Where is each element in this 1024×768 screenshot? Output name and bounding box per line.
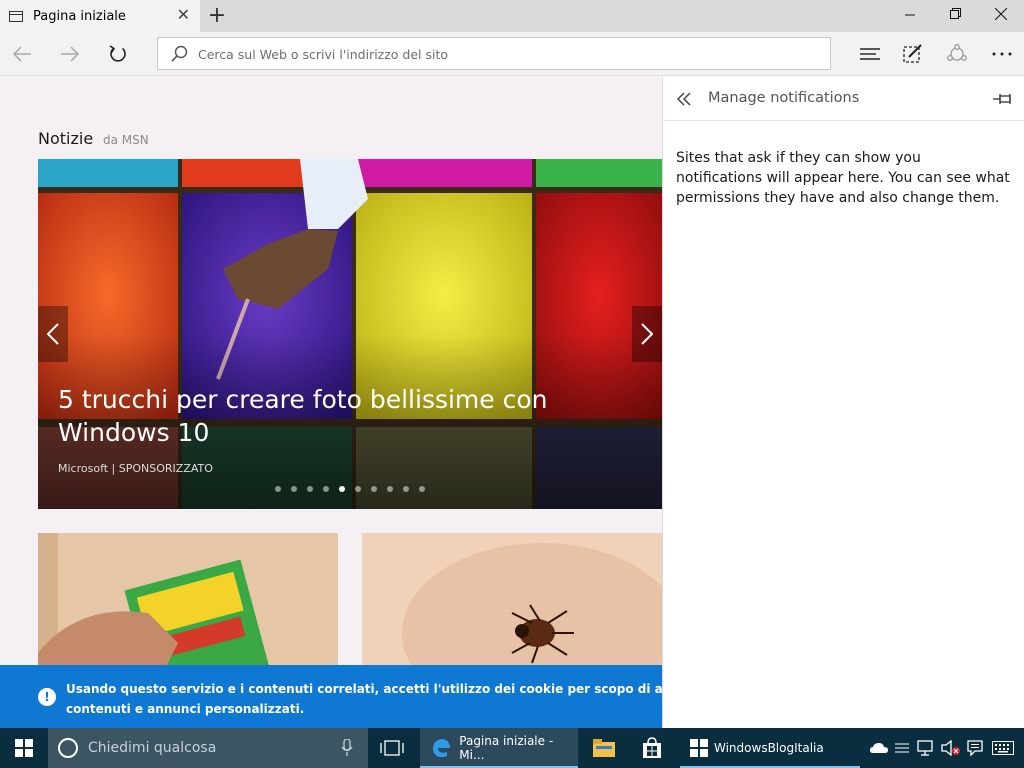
start-button[interactable]	[0, 728, 48, 768]
notifications-panel: Manage notifications Sites that ask if t…	[662, 77, 1024, 728]
back-arrow-icon	[12, 46, 31, 62]
onedrive-tray-button[interactable]	[868, 728, 890, 768]
cortana-icon	[58, 738, 78, 758]
double-chevron-left-icon	[676, 92, 691, 106]
pin-panel-button[interactable]	[993, 91, 1013, 110]
refresh-button[interactable]	[96, 32, 140, 76]
carousel-dot[interactable]	[403, 486, 409, 492]
volume-tray-button[interactable]	[939, 728, 963, 768]
taskbar-windowsblogitalia-app[interactable]: WindowsBlogItalia	[680, 728, 860, 768]
restore-icon	[950, 8, 961, 19]
web-note-button[interactable]	[891, 32, 935, 76]
carousel-dot[interactable]	[323, 486, 329, 492]
carousel-prev-button[interactable]	[38, 306, 68, 362]
hero-image	[38, 159, 662, 509]
folder-icon	[593, 739, 615, 757]
tab-pagina-iniziale[interactable]: Pagina iniziale ✕	[0, 0, 200, 32]
cloud-icon	[870, 743, 888, 753]
page-icon	[9, 10, 23, 22]
page-content: Notizie da MSN 5 trucchi per creare foto…	[0, 77, 662, 728]
forward-arrow-icon	[61, 46, 80, 62]
cookie-text: Usando questo servizio e i contenuti cor…	[66, 679, 662, 719]
more-button[interactable]	[980, 32, 1024, 76]
taskbar: Chiedimi qualcosa Pagina iniziale - Mi..…	[0, 728, 1024, 768]
hub-icon	[860, 48, 880, 60]
pin-icon	[993, 94, 1011, 104]
chevron-right-icon	[641, 323, 653, 345]
tab-close-icon[interactable]: ✕	[177, 7, 190, 23]
panel-title: Manage notifications	[708, 90, 860, 106]
search-icon	[171, 45, 188, 62]
hero-source: Microsoft | SPONSORIZZATO	[58, 462, 213, 475]
cortana-placeholder: Chiedimi qualcosa	[88, 740, 217, 756]
carousel-dot[interactable]	[339, 486, 345, 492]
taskbar-store[interactable]	[630, 728, 674, 768]
hero-carousel[interactable]: 5 trucchi per creare foto bellissime con…	[38, 159, 662, 509]
address-placeholder: Cerca sul Web o scrivi l'indirizzo del s…	[198, 47, 449, 62]
network-tray-button[interactable]	[915, 728, 937, 768]
refresh-icon	[109, 45, 126, 62]
back-button[interactable]	[0, 32, 44, 76]
cookie-banner[interactable]: ! Usando questo servizio e i contenuti c…	[0, 665, 662, 728]
web-note-icon	[903, 44, 922, 63]
touch-keyboard-button[interactable]	[988, 728, 1018, 768]
minimize-button[interactable]	[887, 0, 933, 32]
taskbar-file-explorer[interactable]	[582, 728, 626, 768]
navigation-bar: Cerca sul Web o scrivi l'indirizzo del s…	[0, 32, 1024, 76]
microphone-icon	[341, 739, 353, 756]
carousel-dot[interactable]	[355, 486, 361, 492]
news-heading: Notizie	[38, 129, 94, 148]
task-view-button[interactable]	[370, 728, 414, 768]
panel-back-button[interactable]	[676, 91, 694, 111]
windows-logo-icon	[15, 739, 33, 757]
hero-headline[interactable]: 5 trucchi per creare foto bellissime con…	[58, 383, 658, 449]
info-icon: !	[38, 688, 56, 706]
close-icon	[994, 7, 1008, 21]
panel-header: Manage notifications	[663, 77, 1024, 121]
action-center-button[interactable]	[963, 728, 987, 768]
volume-muted-icon	[941, 740, 960, 756]
tray-list-icon	[895, 743, 909, 753]
carousel-next-button[interactable]	[632, 306, 662, 362]
cookie-text-line2: contenuti e annunci personalizzati.	[66, 702, 305, 716]
edge-icon	[433, 739, 450, 758]
carousel-dot[interactable]	[371, 486, 377, 492]
taskbar-app-label: WindowsBlogItalia	[714, 741, 824, 755]
message-icon	[967, 740, 983, 756]
tray-menu-button[interactable]	[892, 728, 912, 768]
carousel-dot[interactable]	[387, 486, 393, 492]
restore-button[interactable]	[933, 0, 979, 32]
panel-description: Sites that ask if they can show you noti…	[676, 150, 1010, 206]
carousel-dot[interactable]	[275, 486, 281, 492]
news-source: da MSN	[103, 133, 149, 147]
keyboard-icon	[992, 741, 1014, 755]
close-window-button[interactable]	[978, 0, 1024, 32]
tab-bar: Pagina iniziale ✕ +	[0, 0, 1024, 32]
taskbar-edge-app[interactable]: Pagina iniziale - Mi...	[420, 728, 578, 768]
windows-logo-icon	[690, 739, 708, 757]
tab-title: Pagina iniziale	[33, 8, 126, 24]
chevron-left-icon	[47, 323, 59, 345]
hub-button[interactable]	[848, 32, 892, 76]
network-icon	[917, 740, 933, 756]
address-bar[interactable]: Cerca sul Web o scrivi l'indirizzo del s…	[157, 37, 831, 70]
carousel-dot[interactable]	[419, 486, 425, 492]
more-icon	[992, 52, 1012, 56]
share-icon	[947, 44, 967, 61]
forward-button[interactable]	[48, 32, 92, 76]
cortana-search-box[interactable]: Chiedimi qualcosa	[48, 728, 368, 768]
carousel-dot[interactable]	[307, 486, 313, 492]
carousel-dot[interactable]	[291, 486, 297, 492]
taskbar-edge-label: Pagina iniziale - Mi...	[459, 734, 554, 762]
minimize-icon	[905, 14, 915, 16]
new-tab-button[interactable]: +	[206, 3, 228, 29]
task-view-icon	[380, 740, 404, 756]
share-button[interactable]	[935, 32, 979, 76]
cookie-text-line1: Usando questo servizio e i contenuti cor…	[66, 682, 662, 696]
store-icon	[643, 737, 661, 758]
